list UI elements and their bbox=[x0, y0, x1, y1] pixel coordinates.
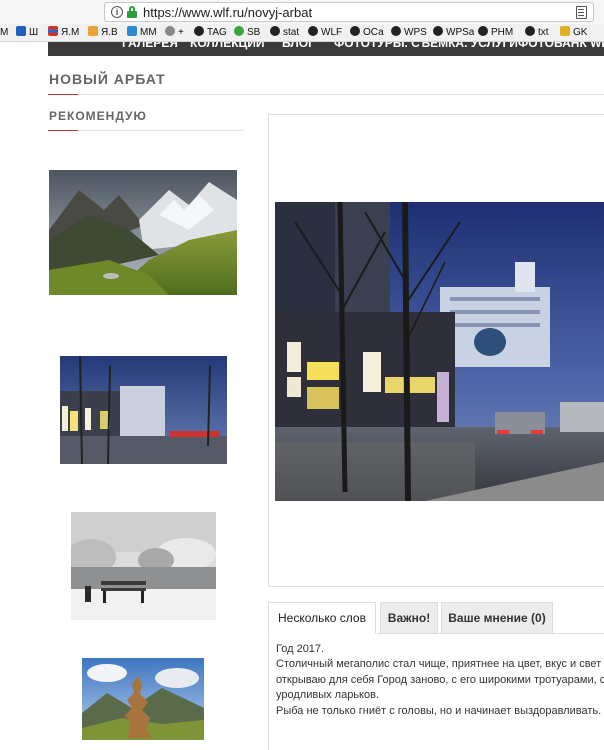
nav-item-collections[interactable]: КОЛЛЕКЦИИ bbox=[190, 42, 265, 50]
description-line: Столичный мегаполис стал чище, приятнее … bbox=[276, 658, 602, 671]
description-line: Год 2017. bbox=[276, 643, 325, 655]
bookmark-favicon-icon bbox=[433, 26, 443, 36]
bookmark-item[interactable]: PHM bbox=[478, 26, 513, 40]
bookmark-favicon-icon bbox=[194, 26, 204, 36]
info-icon[interactable]: i bbox=[111, 6, 123, 18]
thumbnail-mountain-valley[interactable] bbox=[49, 170, 237, 295]
bookmark-favicon-icon bbox=[127, 26, 137, 36]
thumbnail-stone-cairn[interactable] bbox=[82, 658, 204, 740]
site-nav: ГАЛЕРЕЯ КОЛЛЕКЦИИ БЛОГ ФОТОТУРЫ. СЪЕМКА.… bbox=[48, 42, 604, 56]
bookmark-item[interactable]: WPSa bbox=[433, 26, 474, 40]
bookmark-favicon-icon bbox=[391, 26, 401, 36]
bookmark-favicon-icon bbox=[525, 26, 535, 36]
tab-few-words[interactable]: Несколько слов bbox=[268, 602, 376, 634]
description-text: Год 2017. Столичный мегаполис стал чище,… bbox=[276, 642, 604, 719]
photo-city-night bbox=[60, 356, 227, 464]
bookmark-favicon-icon bbox=[350, 26, 360, 36]
thumbnail-winter-bench[interactable] bbox=[71, 512, 216, 620]
reader-view-icon[interactable] bbox=[576, 6, 587, 19]
bookmark-favicon-icon bbox=[308, 26, 318, 36]
thumbnail-city-night[interactable] bbox=[60, 356, 227, 464]
nav-item-gallery[interactable]: ГАЛЕРЕЯ bbox=[122, 42, 178, 50]
browser-toolbar: i https://www.wlf.ru/novyj-arbat bbox=[0, 0, 604, 24]
bookmark-favicon-icon bbox=[16, 26, 26, 36]
photo-new-arbat-night bbox=[275, 202, 604, 501]
divider bbox=[48, 94, 604, 95]
bookmark-item[interactable]: Я.В bbox=[88, 26, 118, 40]
sidebar-title: РЕКОМЕНДУЮ bbox=[49, 109, 147, 123]
description-line: уродливых ларьков. bbox=[276, 689, 379, 702]
nav-item-photobank[interactable]: ФОТОБАНК WLF bbox=[518, 42, 604, 50]
photo-winter bbox=[71, 512, 216, 620]
tab-important[interactable]: Важно! bbox=[380, 602, 438, 634]
bookmark-item[interactable]: SB bbox=[234, 26, 260, 40]
bookmark-item[interactable]: Ш bbox=[16, 26, 38, 40]
bookmark-item[interactable]: GK bbox=[560, 26, 587, 40]
divider-accent bbox=[48, 130, 78, 131]
address-bar[interactable]: i https://www.wlf.ru/novyj-arbat bbox=[104, 2, 594, 22]
url-text[interactable]: https://www.wlf.ru/novyj-arbat bbox=[143, 5, 312, 20]
bookmark-item[interactable]: + bbox=[165, 26, 184, 40]
bookmark-favicon-icon bbox=[88, 26, 98, 36]
main-photo[interactable] bbox=[275, 202, 604, 501]
lock-icon[interactable] bbox=[127, 6, 137, 18]
bookmark-item[interactable]: stat bbox=[270, 26, 299, 40]
bookmark-favicon-icon bbox=[234, 26, 244, 36]
bookmark-favicon-icon bbox=[270, 26, 280, 36]
nav-item-phototours[interactable]: ФОТОТУРЫ. СЪЕМКА. УСЛУГИ bbox=[334, 42, 518, 50]
bookmark-item[interactable]: txt bbox=[525, 26, 549, 40]
divider-accent bbox=[48, 94, 78, 95]
bookmark-item[interactable]: ОСа bbox=[350, 26, 384, 40]
bookmark-favicon-icon bbox=[478, 26, 488, 36]
bookmark-item[interactable]: MM bbox=[127, 26, 157, 40]
bookmark-item[interactable]: Я.М bbox=[48, 26, 79, 40]
bookmark-item[interactable]: М bbox=[0, 26, 8, 40]
description-line: открываю для себя Город заново, с его ши… bbox=[276, 673, 604, 686]
nav-item-blog[interactable]: БЛОГ bbox=[282, 42, 315, 50]
bookmark-item[interactable]: WPS bbox=[391, 26, 427, 40]
bookmarks-bar: М Ш Я.М Я.В MM + TAG SB stat WLF ОСа WPS… bbox=[0, 24, 604, 42]
photo-cairn bbox=[82, 658, 204, 740]
bookmark-favicon-icon bbox=[48, 26, 58, 36]
description-line: Рыба не только гниёт с головы, но и начи… bbox=[276, 704, 602, 717]
description-tabs: Несколько слов Важно! Ваше мнение (0) bbox=[268, 602, 604, 634]
tab-your-opinion[interactable]: Ваше мнение (0) bbox=[441, 602, 553, 634]
bookmark-favicon-icon bbox=[560, 26, 570, 36]
bookmark-item[interactable]: TAG bbox=[194, 26, 227, 40]
globe-icon bbox=[165, 26, 175, 36]
bookmark-item[interactable]: WLF bbox=[308, 26, 342, 40]
page-title: НОВЫЙ АРБАТ bbox=[49, 71, 166, 87]
photo-mountains bbox=[49, 170, 237, 295]
